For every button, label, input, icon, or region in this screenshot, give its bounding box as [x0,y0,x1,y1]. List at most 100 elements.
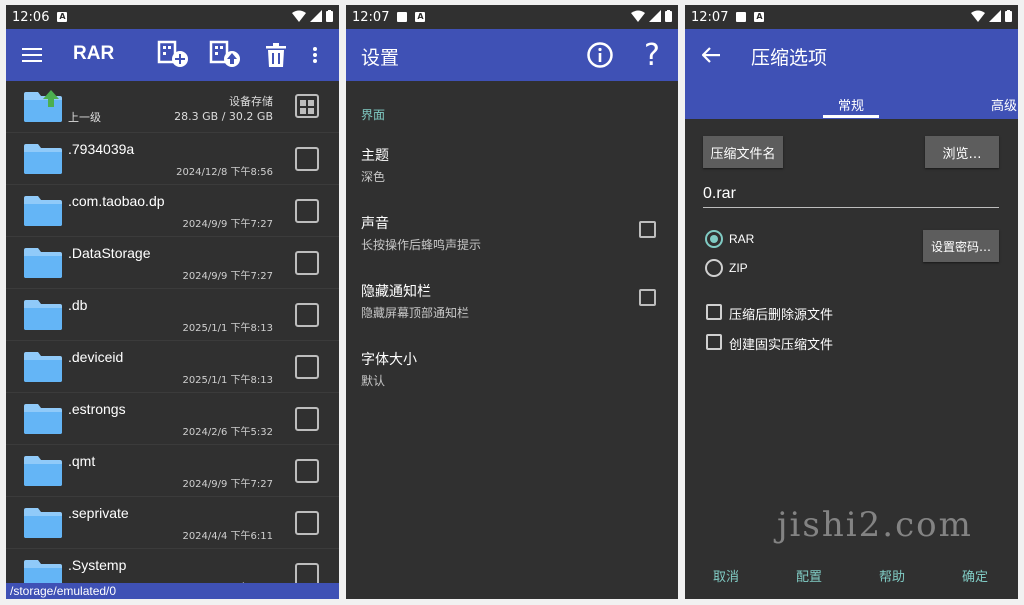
file-select-checkbox[interactable] [295,563,319,585]
setting-value: 默认 [361,374,386,388]
extract-archive-icon[interactable] [208,39,242,69]
file-row[interactable]: .com.taobao.dp 2024/9/9 下午7:27 [6,185,339,237]
wifi-icon [631,10,645,22]
tab-bar: 常规 高级 [685,87,1018,119]
setting-description: 隐藏屏幕顶部通知栏 [361,306,470,320]
more-options-icon[interactable] [310,45,320,65]
file-row[interactable]: .estrongs 2024/2/6 下午5:32 [6,393,339,445]
file-name: .Systemp [68,557,127,573]
file-row[interactable]: .db 2025/1/1 下午8:13 [6,289,339,341]
file-date: 2024/9/9 下午7:27 [182,271,273,282]
file-select-checkbox[interactable] [295,147,319,171]
sound-checkbox[interactable] [639,221,656,238]
setting-title: 主题 [361,148,389,164]
status-time: 12:07 [352,9,390,25]
setting-title: 声音 [361,216,389,232]
settings-screen: 12:07 A 设置 ? 界面 主题 深色 声音 长按操作后蜂鸣声提示 隐藏通知… [346,5,678,599]
setting-hide-notification-bar[interactable]: 隐藏通知栏 隐藏屏幕顶部通知栏 [361,281,663,321]
set-password-button[interactable]: 设置密码… [923,230,999,262]
format-zip-label: ZIP [729,261,748,275]
app-title: RAR [73,43,115,64]
delete-after-archiving-checkbox[interactable] [706,304,722,320]
folder-icon [24,248,62,278]
file-select-checkbox[interactable] [295,251,319,275]
file-row[interactable]: .qmt 2024/9/9 下午7:27 [6,445,339,497]
file-name: .seprivate [68,505,129,521]
file-date: 2025/1/1 下午8:13 [182,323,273,334]
folder-icon [24,456,62,486]
file-name: .DataStorage [68,245,151,261]
signal-icon [649,10,661,22]
grid-view-icon[interactable] [295,94,319,118]
menu-icon[interactable] [22,45,42,65]
file-name: .qmt [68,453,96,469]
hide-notification-checkbox[interactable] [639,289,656,306]
setting-sound[interactable]: 声音 长按操作后蜂鸣声提示 [361,213,663,253]
solid-archive-checkbox[interactable] [706,334,722,350]
parent-folder-row[interactable]: 上一级 设备存储 28.3 GB / 30.2 GB [6,81,339,133]
ok-button[interactable]: 确定 [962,566,988,585]
folder-icon [24,404,62,434]
folder-icon [24,300,62,330]
file-date: 2024/12/8 下午8:56 [176,167,273,178]
back-arrow-icon[interactable] [701,45,721,65]
solid-archive-label: 创建固实压缩文件 [729,338,834,353]
setting-font-size[interactable]: 字体大小 默认 [361,349,663,389]
file-name: .db [68,297,88,313]
file-row[interactable]: .Systemp2024/7/30 下午7:27 [6,549,339,585]
parent-folder-label: 上一级 [68,111,101,124]
file-date: 2024/4/4 下午6:11 [182,531,273,542]
file-select-checkbox[interactable] [295,355,319,379]
file-date: 2024/9/9 下午7:27 [182,219,273,230]
watermark-text: jishi2.com [777,505,973,545]
setting-title: 字体大小 [361,352,417,368]
active-tab-indicator [823,115,879,118]
status-time: 12:06 [12,9,50,25]
battery-icon [326,10,333,22]
image-notification-icon [736,12,747,22]
info-icon[interactable] [586,41,614,69]
help-icon[interactable]: ? [640,38,664,73]
help-button[interactable]: 帮助 [879,566,905,585]
delete-icon[interactable] [264,41,288,69]
notification-icon: A [754,12,765,22]
storage-value: 28.3 GB / 30.2 GB [174,110,273,123]
file-list: 上一级 设备存储 28.3 GB / 30.2 GB .7934039a 2024… [6,81,339,585]
file-row[interactable]: .deviceid 2025/1/1 下午8:13 [6,341,339,393]
archive-name-button[interactable]: 压缩文件名 [703,136,783,168]
setting-description: 长按操作后蜂鸣声提示 [361,238,482,252]
file-select-checkbox[interactable] [295,199,319,223]
file-select-checkbox[interactable] [295,407,319,431]
folder-icon [24,560,62,585]
folder-icon [24,352,62,382]
signal-icon [989,10,1001,22]
format-zip-radio[interactable] [705,259,723,277]
setting-theme[interactable]: 主题 深色 [361,145,663,185]
delete-after-archiving-label: 压缩后删除源文件 [729,308,834,323]
cancel-button[interactable]: 取消 [713,566,739,585]
file-select-checkbox[interactable] [295,511,319,535]
file-select-checkbox[interactable] [295,303,319,327]
archive-filename-field[interactable]: 0.rar [703,185,999,208]
status-time: 12:07 [691,9,729,25]
file-row[interactable]: .seprivate 2024/4/4 下午6:11 [6,497,339,549]
signal-icon [310,10,322,22]
status-bar: 12:06 A [6,5,339,29]
battery-icon [665,10,672,22]
tab-general[interactable]: 常规 [838,95,864,114]
browse-button[interactable]: 浏览… [925,136,999,168]
current-path: /storage/emulated/0 [6,583,339,599]
profiles-button[interactable]: 配置 [796,566,822,585]
file-select-checkbox[interactable] [295,459,319,483]
file-row[interactable]: .DataStorage 2024/9/9 下午7:27 [6,237,339,289]
tab-advanced[interactable]: 高级 [991,95,1017,114]
folder-icon [24,508,62,538]
file-browser-screen: 12:06 A RAR 上一级 设备存储 28.3 GB / 30.2 GB .… [6,5,339,599]
page-title: 压缩选项 [751,47,828,69]
file-row[interactable]: .7934039a 2024/12/8 下午8:56 [6,133,339,185]
file-name: .estrongs [68,401,126,417]
image-notification-icon [397,12,408,22]
format-rar-radio[interactable] [705,230,723,248]
add-to-archive-icon[interactable] [156,39,190,69]
file-name: .deviceid [68,349,124,365]
